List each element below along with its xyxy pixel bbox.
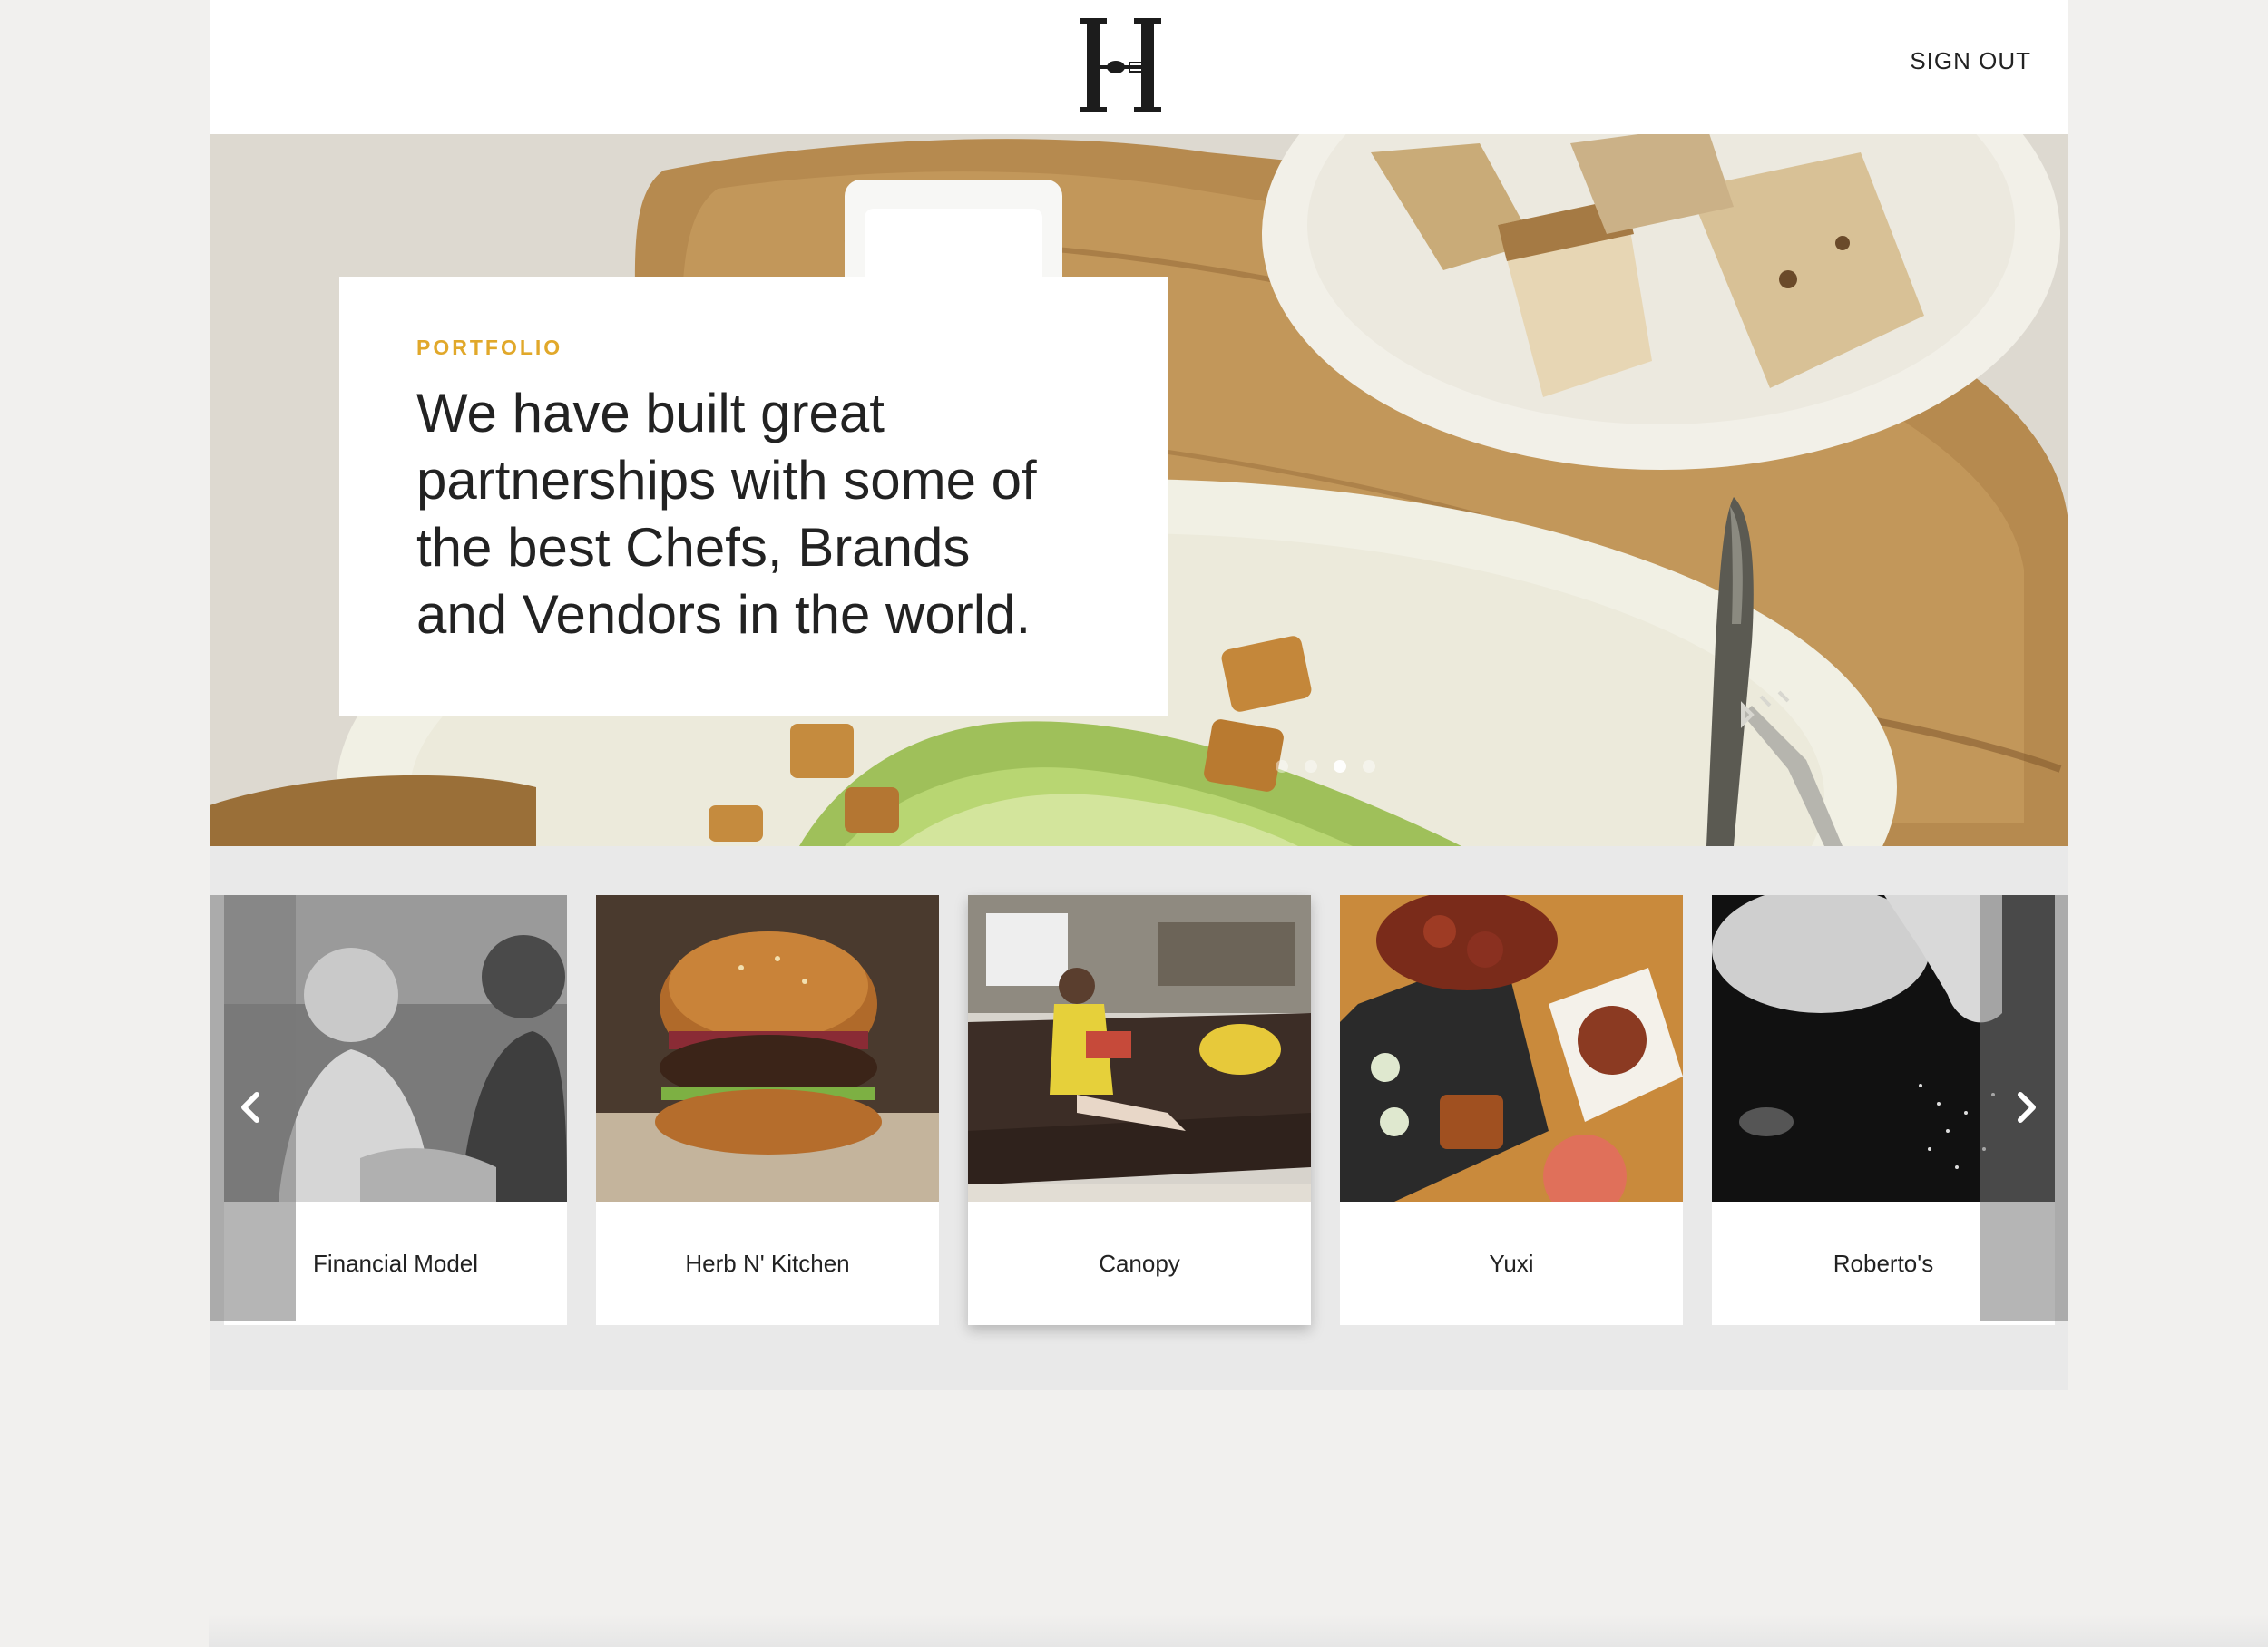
bottom-shadow bbox=[209, 1614, 2268, 1647]
portfolio-card-yuxi[interactable]: Yuxi bbox=[1340, 895, 1683, 1325]
logo-icon[interactable] bbox=[1074, 16, 1167, 114]
card-label: Canopy bbox=[1099, 1249, 1180, 1277]
hero-text-card: PORTFOLIO We have built great partnershi… bbox=[339, 277, 1168, 716]
slide-indicator bbox=[1276, 760, 1375, 773]
hero-eyebrow: PORTFOLIO bbox=[416, 336, 563, 359]
chevron-left-icon bbox=[241, 1092, 259, 1123]
card-label: Herb N' Kitchen bbox=[685, 1249, 850, 1277]
card-image bbox=[968, 895, 1311, 1202]
slide-dot-4[interactable] bbox=[1363, 760, 1375, 773]
hero-banner: PORTFOLIO We have built great partnershi… bbox=[210, 134, 2068, 846]
carousel-next-button[interactable] bbox=[1980, 895, 2068, 1321]
card-image bbox=[1340, 895, 1683, 1202]
portfolio-card-herb-n-kitchen[interactable]: Herb N' Kitchen bbox=[596, 895, 939, 1325]
site-header: SIGN OUT bbox=[210, 0, 2068, 134]
portfolio-card-canopy[interactable]: Canopy bbox=[968, 895, 1311, 1325]
chevron-right-icon bbox=[2018, 1092, 2036, 1123]
portfolio-carousel: Financial Model Herb N' Kitchen Canopy Y… bbox=[210, 895, 2068, 1325]
page: SIGN OUT PORTFOLIO We have built great p… bbox=[210, 0, 2068, 1390]
card-label: Yuxi bbox=[1489, 1249, 1534, 1277]
hero-headline: We have built great partnerships with so… bbox=[416, 383, 1037, 645]
sign-out-link[interactable]: SIGN OUT bbox=[1910, 47, 2031, 75]
slide-dot-1[interactable] bbox=[1276, 760, 1288, 773]
card-image bbox=[596, 895, 939, 1202]
slide-dot-2[interactable] bbox=[1305, 760, 1317, 773]
slide-dot-3[interactable] bbox=[1334, 760, 1346, 773]
carousel-prev-button[interactable] bbox=[210, 895, 296, 1321]
